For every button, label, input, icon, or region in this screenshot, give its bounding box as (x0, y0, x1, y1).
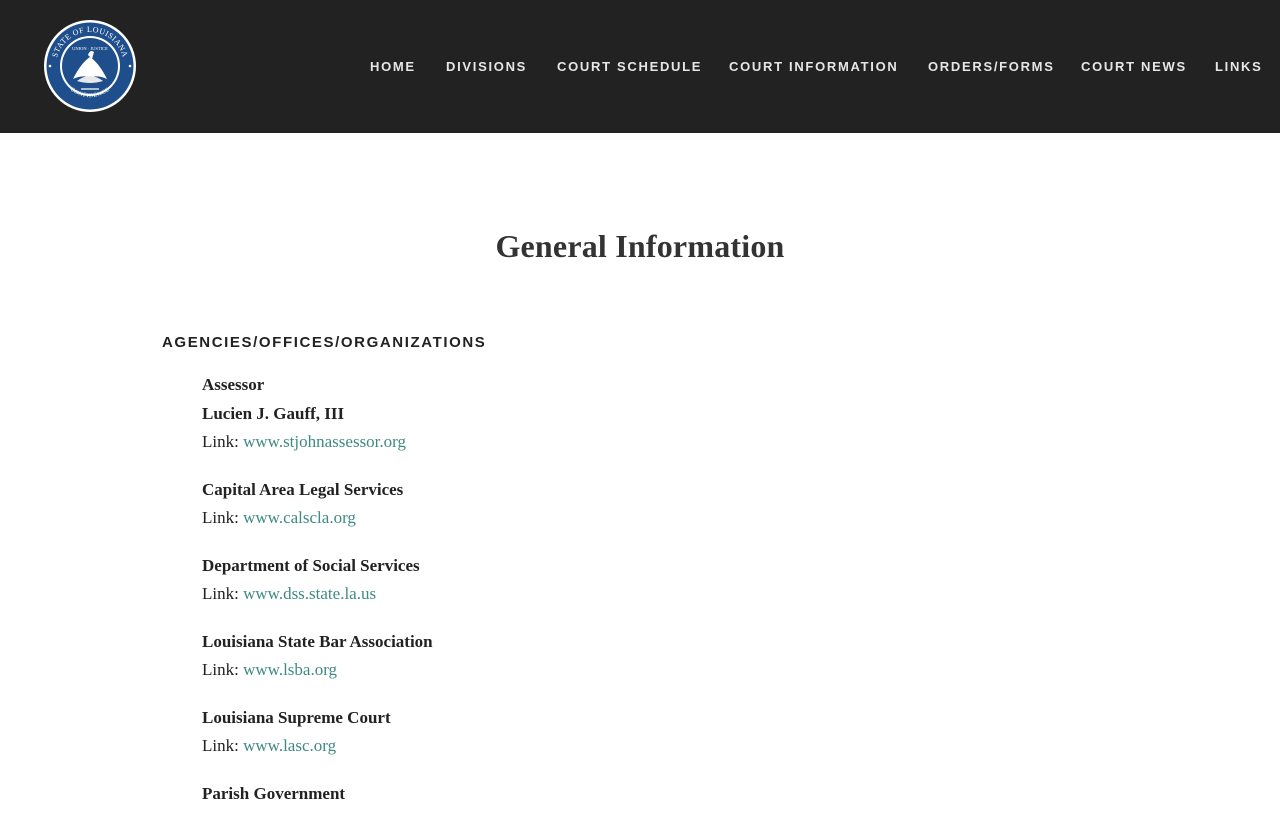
list-item: Assessor Lucien J. Gauff, III Link: www.… (202, 371, 802, 457)
agency-name: Louisiana State Bar Association (202, 631, 433, 651)
link-prefix: Link: (202, 584, 244, 603)
nav-court-schedule[interactable]: COURT SCHEDULE (557, 58, 702, 76)
link-prefix: Link: (202, 432, 244, 451)
agency-link[interactable]: www.lsba.org (243, 660, 337, 679)
site-header: STATE OF LOUISIANA CONFIDENCE UNION · JU… (0, 0, 1280, 133)
agency-name: Assessor (202, 375, 265, 394)
list-item: Parish Government (202, 780, 802, 809)
nav-links[interactable]: LINKS (1215, 58, 1263, 76)
agency-name: Capital Area Legal Services (202, 479, 404, 499)
nav-court-news[interactable]: COURT NEWS (1081, 58, 1187, 76)
nav-court-information[interactable]: COURT INFORMATION (729, 58, 898, 76)
agency-person: Lucien J. Gauff, III (202, 403, 345, 423)
main-nav: HOME DIVISIONS COURT SCHEDULE COURT INFO… (0, 58, 1280, 76)
link-prefix: Link: (202, 736, 244, 755)
agency-name: Department of Social Services (202, 555, 420, 575)
nav-divisions[interactable]: DIVISIONS (446, 58, 527, 76)
link-prefix: Link: (202, 508, 244, 527)
svg-text:UNION · JUSTICE: UNION · JUSTICE (72, 46, 108, 51)
page-title: General Information (495, 228, 785, 264)
nav-home[interactable]: HOME (370, 58, 416, 76)
agency-link[interactable]: www.dss.state.la.us (243, 584, 376, 603)
agency-link[interactable]: www.stjohnassessor.org (243, 432, 406, 451)
agency-name: Parish Government (202, 783, 346, 803)
list-item: Capital Area Legal Services Link: www.ca… (202, 476, 802, 533)
agency-link[interactable]: www.lasc.org (243, 736, 336, 755)
agency-name: Louisiana Supreme Court (202, 707, 391, 727)
section-heading: AGENCIES/OFFICES/ORGANIZATIONS (162, 334, 487, 351)
agency-list: Assessor Lucien J. Gauff, III Link: www.… (202, 371, 802, 827)
list-item: Louisiana Supreme Court Link: www.lasc.o… (202, 704, 802, 761)
link-prefix: Link: (202, 660, 244, 679)
list-item: Louisiana State Bar Association Link: ww… (202, 628, 802, 685)
list-item: Department of Social Services Link: www.… (202, 552, 802, 609)
agency-link[interactable]: www.calscla.org (243, 508, 356, 527)
nav-orders-forms[interactable]: ORDERS/FORMS (928, 58, 1055, 76)
